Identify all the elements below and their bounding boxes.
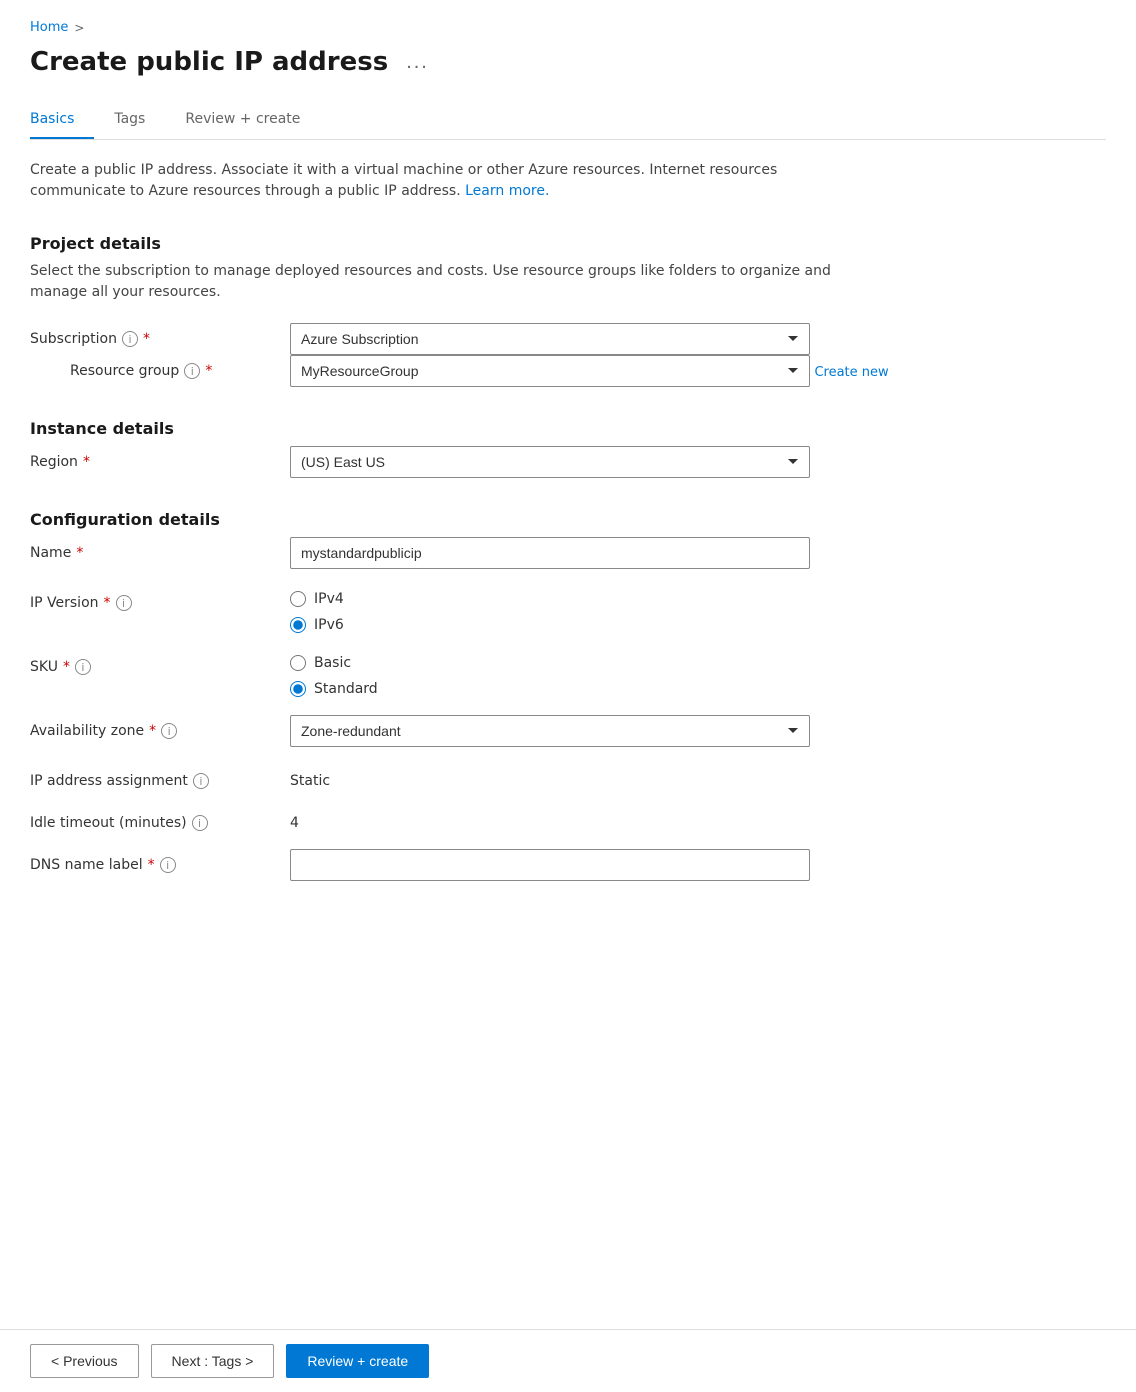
region-row: Region * (US) East US bbox=[30, 446, 930, 478]
name-input[interactable] bbox=[290, 537, 810, 569]
ip-version-row: IP Version * i IPv4 IPv6 bbox=[30, 587, 930, 633]
page-title: Create public IP address bbox=[30, 47, 388, 77]
idle-timeout-row: Idle timeout (minutes) i 4 bbox=[30, 807, 930, 831]
subscription-info-icon[interactable]: i bbox=[122, 331, 138, 347]
resource-group-select[interactable]: MyResourceGroup bbox=[290, 355, 810, 387]
resource-group-info-icon[interactable]: i bbox=[184, 363, 200, 379]
availability-zone-label: Availability zone * i bbox=[30, 715, 290, 739]
configuration-details-title: Configuration details bbox=[30, 510, 1106, 529]
availability-zone-select[interactable]: Zone-redundant bbox=[290, 715, 810, 747]
sku-row: SKU * i Basic Standard bbox=[30, 651, 930, 697]
project-details-section: Project details Select the subscription … bbox=[30, 234, 1106, 387]
page-description: Create a public IP address. Associate it… bbox=[30, 160, 850, 202]
footer: < Previous Next : Tags > Review + create bbox=[0, 1329, 1136, 1392]
learn-more-link[interactable]: Learn more. bbox=[465, 183, 549, 199]
sku-basic-option[interactable]: Basic bbox=[290, 655, 930, 671]
dns-name-label-label: DNS name label * i bbox=[30, 849, 290, 873]
page-title-row: Create public IP address ... bbox=[30, 47, 1106, 77]
idle-timeout-static: 4 bbox=[290, 807, 930, 831]
idle-timeout-info-icon[interactable]: i bbox=[192, 815, 208, 831]
region-label: Region * bbox=[30, 446, 290, 470]
ip-version-ipv4-radio[interactable] bbox=[290, 591, 306, 607]
sku-basic-radio[interactable] bbox=[290, 655, 306, 671]
sku-standard-radio[interactable] bbox=[290, 681, 306, 697]
name-control bbox=[290, 537, 930, 569]
tab-tags[interactable]: Tags bbox=[114, 101, 165, 139]
project-details-title: Project details bbox=[30, 234, 1106, 253]
breadcrumb-separator: > bbox=[74, 21, 84, 35]
ip-version-control: IPv4 IPv6 bbox=[290, 587, 930, 633]
project-details-description: Select the subscription to manage deploy… bbox=[30, 261, 850, 303]
tabs-container: Basics Tags Review + create bbox=[30, 101, 1106, 140]
review-create-button[interactable]: Review + create bbox=[286, 1344, 429, 1378]
ip-version-info-icon[interactable]: i bbox=[116, 595, 132, 611]
resource-group-label: Resource group i * bbox=[70, 355, 290, 379]
subscription-control: Azure Subscription bbox=[290, 323, 930, 355]
subscription-select[interactable]: Azure Subscription bbox=[290, 323, 810, 355]
ip-version-ipv4-label: IPv4 bbox=[314, 591, 344, 607]
ip-version-ipv6-radio[interactable] bbox=[290, 617, 306, 633]
breadcrumb: Home > bbox=[30, 20, 1106, 35]
region-select[interactable]: (US) East US bbox=[290, 446, 810, 478]
ip-version-radio-group: IPv4 IPv6 bbox=[290, 587, 930, 633]
resource-group-row: Resource group i * MyResourceGroup Creat… bbox=[70, 355, 970, 387]
home-link[interactable]: Home bbox=[30, 20, 68, 35]
next-tags-button[interactable]: Next : Tags > bbox=[151, 1344, 275, 1378]
dns-name-label-control bbox=[290, 849, 930, 881]
sku-basic-label: Basic bbox=[314, 655, 351, 671]
ip-address-assignment-static: Static bbox=[290, 765, 930, 789]
ip-address-assignment-row: IP address assignment i Static bbox=[30, 765, 930, 789]
sku-radio-group: Basic Standard bbox=[290, 651, 930, 697]
availability-zone-row: Availability zone * i Zone-redundant bbox=[30, 715, 930, 747]
previous-button[interactable]: < Previous bbox=[30, 1344, 139, 1378]
ellipsis-button[interactable]: ... bbox=[400, 49, 435, 76]
tab-review-create[interactable]: Review + create bbox=[185, 101, 320, 139]
instance-details-section: Instance details Region * (US) East US bbox=[30, 419, 1106, 478]
name-row: Name * bbox=[30, 537, 930, 569]
ip-version-ipv6-label: IPv6 bbox=[314, 617, 344, 633]
resource-group-control: MyResourceGroup Create new bbox=[290, 355, 970, 387]
tab-basics[interactable]: Basics bbox=[30, 101, 94, 139]
availability-zone-control: Zone-redundant bbox=[290, 715, 930, 747]
sku-standard-label: Standard bbox=[314, 681, 378, 697]
sku-label: SKU * i bbox=[30, 651, 290, 675]
name-label: Name * bbox=[30, 537, 290, 561]
subscription-label: Subscription i * bbox=[30, 323, 290, 347]
ip-address-assignment-value: Static bbox=[290, 765, 930, 789]
ip-version-label: IP Version * i bbox=[30, 587, 290, 611]
idle-timeout-label: Idle timeout (minutes) i bbox=[30, 807, 290, 831]
sku-standard-option[interactable]: Standard bbox=[290, 681, 930, 697]
create-new-link[interactable]: Create new bbox=[814, 365, 888, 380]
instance-details-title: Instance details bbox=[30, 419, 1106, 438]
availability-zone-info-icon[interactable]: i bbox=[161, 723, 177, 739]
idle-timeout-value: 4 bbox=[290, 807, 930, 831]
ip-address-assignment-label: IP address assignment i bbox=[30, 765, 290, 789]
sku-info-icon[interactable]: i bbox=[75, 659, 91, 675]
sku-control: Basic Standard bbox=[290, 651, 930, 697]
ip-version-ipv4-option[interactable]: IPv4 bbox=[290, 591, 930, 607]
region-control: (US) East US bbox=[290, 446, 930, 478]
configuration-details-section: Configuration details Name * IP Version … bbox=[30, 510, 1106, 881]
dns-name-label-info-icon[interactable]: i bbox=[160, 857, 176, 873]
dns-name-label-input[interactable] bbox=[290, 849, 810, 881]
ip-address-assignment-info-icon[interactable]: i bbox=[193, 773, 209, 789]
dns-name-label-row: DNS name label * i bbox=[30, 849, 930, 881]
ip-version-ipv6-option[interactable]: IPv6 bbox=[290, 617, 930, 633]
subscription-row: Subscription i * Azure Subscription bbox=[30, 323, 930, 355]
